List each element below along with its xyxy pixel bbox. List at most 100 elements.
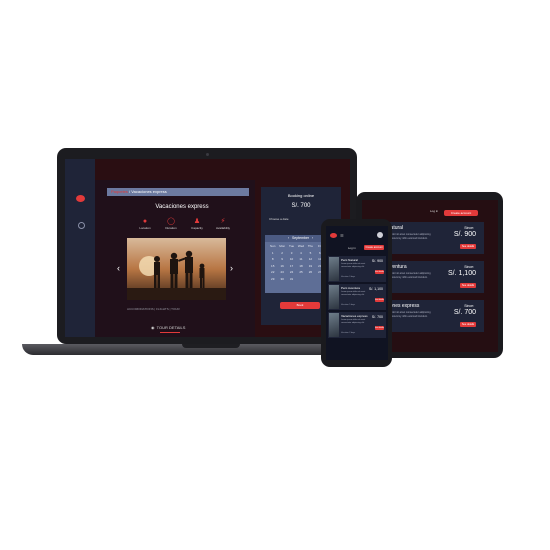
booking-subtitle: Choose a date	[269, 217, 289, 221]
lightning-icon: ⚡	[220, 218, 226, 225]
calendar-day[interactable]: 15	[268, 264, 277, 269]
calendar-day[interactable]: 22	[268, 270, 277, 275]
feature-label: Availability	[215, 226, 231, 230]
card-description: Lorem ipsum dolor sit amet consectetur a…	[341, 319, 366, 324]
see-details-button[interactable]: See details	[375, 270, 384, 274]
card-since: Since:	[464, 265, 474, 269]
card-image	[329, 257, 339, 281]
feature-location: ● Location	[133, 217, 157, 230]
laptop-sidebar	[65, 159, 95, 337]
feature-availability: ⚡ Availability	[211, 217, 235, 230]
calendar-next-icon[interactable]: ›	[312, 236, 313, 240]
feature-label: Duration	[165, 226, 177, 230]
calendar-day[interactable]: 2	[277, 251, 286, 256]
calendar-day[interactable]: 3	[287, 251, 296, 256]
carousel-next-icon[interactable]: ›	[230, 263, 233, 273]
tour-details-link[interactable]: ◉ TOUR DETAILS	[151, 325, 185, 330]
calendar-day[interactable]: 19	[306, 264, 315, 269]
breadcrumb-separator: /	[129, 189, 131, 194]
see-details-button[interactable]: See details	[375, 326, 384, 330]
feature-capacity: ♟ Capacity	[185, 217, 209, 230]
carousel-prev-icon[interactable]: ‹	[117, 263, 120, 273]
laptop-notch	[182, 344, 240, 348]
card-price: S/. 1,100	[447, 270, 476, 277]
globe-icon[interactable]	[78, 222, 85, 229]
breadcrumb-current: Vacaciones express	[131, 189, 167, 194]
calendar-day[interactable]: 29	[268, 277, 277, 282]
calendar-day[interactable]: 4	[296, 251, 305, 256]
phone-screen: ☰ Log in Create account Perú Natural Lor…	[326, 226, 388, 360]
calendar-day[interactable]: 5	[306, 251, 315, 256]
phone-create-account-button[interactable]: Create account	[364, 245, 384, 250]
people-icon: ♟	[193, 218, 201, 225]
tablet-login-link[interactable]: Log in	[430, 209, 438, 213]
card-since: Since:	[464, 226, 474, 230]
calendar-day[interactable]: 31	[287, 277, 296, 282]
calendar-day[interactable]: 23	[277, 270, 286, 275]
tour-details-underline	[160, 332, 180, 333]
phone-login-link[interactable]: Log in	[348, 246, 356, 250]
card-price: S/. 900	[371, 259, 383, 263]
phone-package-card[interactable]: Vacaciones express Lorem ipsum dolor sit…	[328, 312, 386, 338]
brand-logo-icon[interactable]	[330, 233, 337, 238]
calendar-weekday: Thu	[307, 244, 313, 248]
see-details-button[interactable]: See details	[375, 298, 384, 302]
feature-label: Capacity	[191, 226, 203, 230]
eye-icon: ◉	[151, 325, 155, 330]
see-details-button[interactable]: See details	[460, 322, 476, 327]
calendar-day[interactable]: 16	[277, 264, 286, 269]
tour-photo	[127, 238, 226, 300]
card-meta: Vacation 5 days	[341, 304, 356, 306]
package-tabs: ACCOMODATIONS | FLIGHTS | TOUR	[127, 307, 180, 311]
booking-title: Booking online	[287, 193, 315, 198]
book-button[interactable]: Book	[280, 302, 320, 309]
see-details-button[interactable]: See details	[460, 283, 476, 288]
calendar-day[interactable]: 9	[277, 257, 286, 262]
booking-price: S/. 700	[291, 203, 311, 209]
calendar-day[interactable]: 10	[287, 257, 296, 262]
calendar-day[interactable]: 12	[306, 257, 315, 262]
menu-icon[interactable]: ☰	[340, 233, 344, 238]
calendar-weekday: Mon	[279, 244, 286, 248]
card-title: Vacaciones express	[341, 314, 368, 318]
card-meta: Vacation 3 days	[341, 276, 356, 278]
calendar-day[interactable]: 30	[277, 277, 286, 282]
calendar-weekday: Wed	[297, 244, 305, 248]
location-pin-icon: ●	[142, 218, 148, 225]
calendar-day[interactable]: 26	[306, 270, 315, 275]
package-title: Vacaciones express	[155, 204, 209, 210]
card-price: S/. 1,100	[368, 287, 383, 291]
calendar-prev-icon[interactable]: ‹	[288, 236, 289, 240]
feature-label: Location	[139, 226, 151, 230]
card-meta: Vacation 2 days	[341, 332, 356, 334]
tour-details-label: TOUR DETAILS	[156, 325, 186, 330]
card-title: Perú Natural	[341, 258, 358, 262]
calendar-day[interactable]: 8	[268, 257, 277, 262]
calendar-day[interactable]: 1	[268, 251, 277, 256]
tab-flights[interactable]: FLIGHTS	[156, 307, 169, 311]
laptop-screen: Paquetes / Vacaciones express Vacaciones…	[65, 159, 350, 337]
card-price: S/. 900	[453, 231, 476, 238]
card-price: S/. 700	[453, 309, 476, 316]
see-details-button[interactable]: See details	[460, 244, 476, 249]
breadcrumb-parent[interactable]: Paquetes	[111, 189, 128, 194]
card-price: S/. 700	[371, 315, 383, 319]
phone-package-card[interactable]: Perú Aventura Lorem ipsum dolor sit amet…	[328, 284, 386, 310]
timer-icon: ◯	[167, 218, 175, 225]
calendar-day[interactable]: 17	[287, 264, 296, 269]
card-description: Lorem ipsum dolor sit amet consectetur a…	[341, 263, 366, 268]
brand-logo-icon[interactable]	[76, 195, 85, 202]
tab-accomodations[interactable]: ACCOMODATIONS	[127, 307, 154, 311]
tab-tour[interactable]: TOUR	[171, 307, 179, 311]
avatar-icon[interactable]	[377, 232, 383, 238]
feature-duration: ◯ Duration	[159, 217, 183, 230]
phone-package-card[interactable]: Perú Natural Lorem ipsum dolor sit amet …	[328, 256, 386, 282]
tablet-create-account-button[interactable]: Create account	[444, 210, 478, 216]
card-since: Since:	[464, 304, 474, 308]
calendar-day[interactable]: 11	[296, 257, 305, 262]
calendar-month: September	[291, 236, 310, 240]
calendar-day[interactable]: 18	[296, 264, 305, 269]
calendar-day[interactable]: 24	[287, 270, 296, 275]
calendar-weekday: Sun	[270, 244, 276, 248]
calendar-day[interactable]: 25	[296, 270, 305, 275]
